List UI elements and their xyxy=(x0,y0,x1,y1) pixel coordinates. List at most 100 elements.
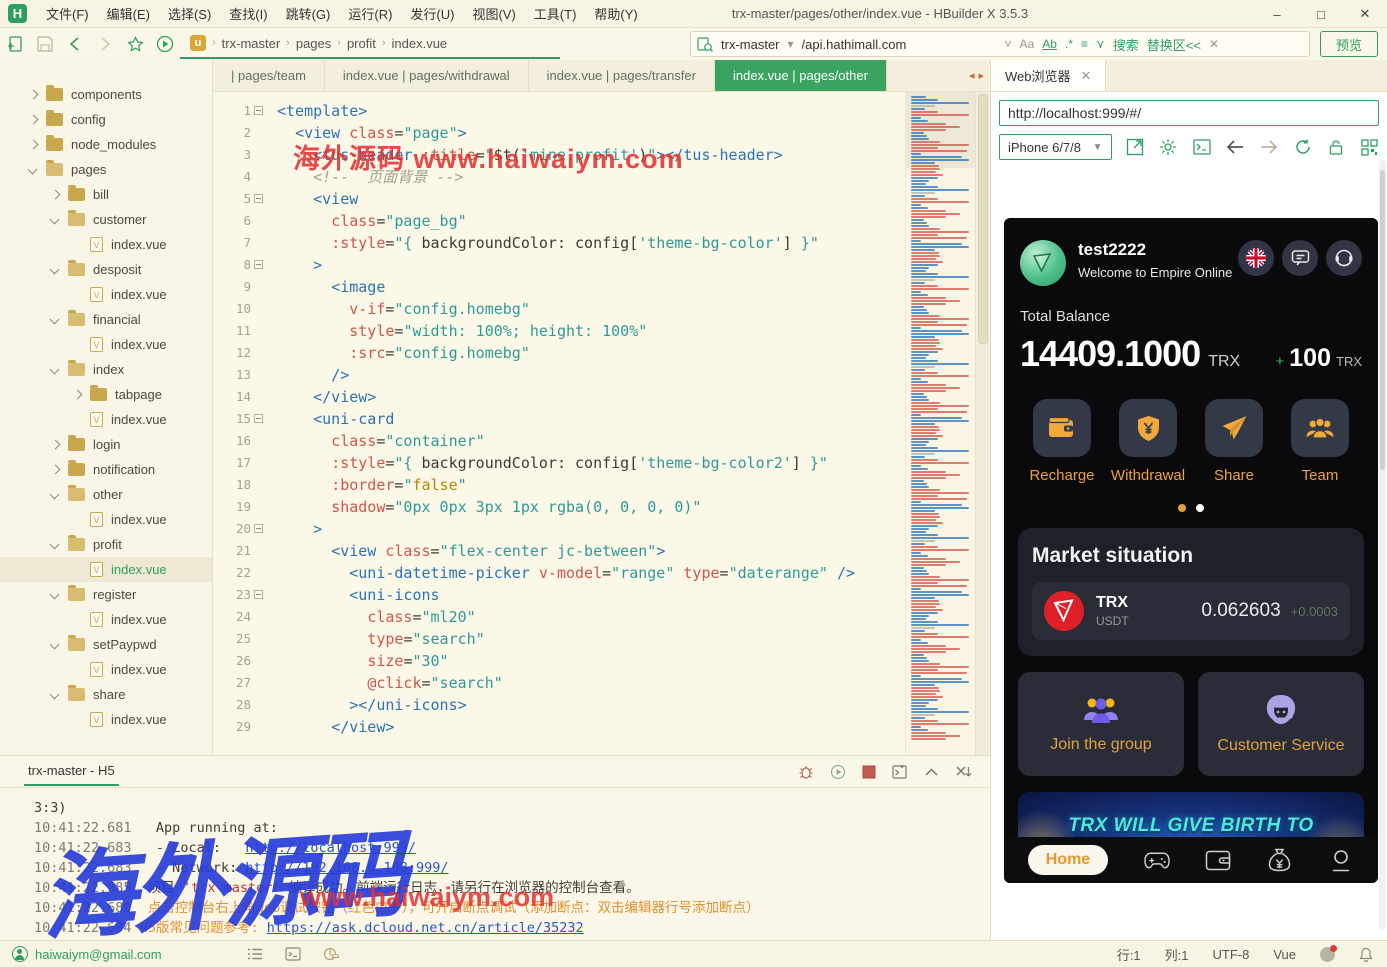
chevron-down-icon[interactable] xyxy=(50,640,60,650)
nav-profile-icon[interactable] xyxy=(1328,847,1354,873)
carousel-dot-active[interactable] xyxy=(1178,504,1186,512)
tree-item-index-vue[interactable]: Vindex.vue xyxy=(0,507,212,532)
open-external-icon[interactable] xyxy=(1126,136,1145,158)
fold-marker-icon[interactable] xyxy=(251,254,267,276)
share-button[interactable]: Share xyxy=(1196,399,1272,484)
message-button[interactable] xyxy=(1282,240,1318,276)
chevron-down-icon[interactable] xyxy=(50,690,60,700)
panel-scrollbar[interactable] xyxy=(1379,160,1386,930)
tree-item-login[interactable]: login xyxy=(0,432,212,457)
breadcrumb-pages[interactable]: pages xyxy=(296,36,331,51)
editor-tab-2[interactable]: index.vue | pages/transfer xyxy=(529,60,715,91)
lock-icon[interactable] xyxy=(1327,136,1346,158)
tree-item-config[interactable]: config xyxy=(0,107,212,132)
tree-item-share[interactable]: share xyxy=(0,682,212,707)
save-icon[interactable] xyxy=(30,32,60,56)
run-icon[interactable] xyxy=(150,32,180,56)
gear-icon[interactable] xyxy=(1159,136,1178,158)
menu-5[interactable]: 运行(R) xyxy=(339,0,401,27)
fold-marker-icon[interactable] xyxy=(251,584,267,606)
nav-home[interactable]: Home xyxy=(1028,845,1108,875)
restart-icon[interactable] xyxy=(830,764,846,780)
tree-item-index-vue[interactable]: Vindex.vue xyxy=(0,707,212,732)
tree-item-financial[interactable]: financial xyxy=(0,307,212,332)
chevron-right-icon[interactable] xyxy=(50,190,60,200)
fold-marker-icon[interactable] xyxy=(251,408,267,430)
clear-console-icon[interactable] xyxy=(955,765,972,779)
search-expand-icon[interactable]: ˅ xyxy=(1005,37,1012,51)
match-word-icon[interactable]: Ab xyxy=(1042,37,1057,51)
console-link[interactable]: https://ask.dcloud.net.cn/article/35232 xyxy=(267,920,584,936)
tree-item-index-vue[interactable]: Vindex.vue xyxy=(0,282,212,307)
chevron-right-icon[interactable] xyxy=(72,390,82,400)
debug-bug-icon[interactable] xyxy=(798,764,814,780)
tab-scroll-left-icon[interactable]: ◂ xyxy=(969,69,975,82)
tree-item-node_modules[interactable]: node_modules xyxy=(0,132,212,157)
menu-6[interactable]: 发行(U) xyxy=(401,0,463,27)
minimize-button[interactable]: – xyxy=(1255,0,1299,28)
tree-item-customer[interactable]: customer xyxy=(0,207,212,232)
tree-item-index-vue[interactable]: Vindex.vue xyxy=(0,607,212,632)
chevron-right-icon[interactable] xyxy=(50,440,60,450)
cursor-col[interactable]: 列:1 xyxy=(1165,945,1189,964)
tree-item-pages[interactable]: pages xyxy=(0,157,212,182)
minimap[interactable] xyxy=(905,92,975,755)
tree-item-register[interactable]: register xyxy=(0,582,212,607)
chevron-down-icon[interactable] xyxy=(50,490,60,500)
nav-game-icon[interactable] xyxy=(1144,847,1170,873)
account-status[interactable]: haiwaiym@gmail.com xyxy=(12,946,162,962)
tree-item-index-vue[interactable]: Vindex.vue xyxy=(0,657,212,682)
withdrawal-button[interactable]: Withdrawal xyxy=(1110,399,1186,484)
update-badge-icon[interactable] xyxy=(1320,947,1335,962)
recharge-button[interactable]: Recharge xyxy=(1024,399,1100,484)
new-file-icon[interactable] xyxy=(0,32,30,56)
editor-tab-1[interactable]: index.vue | pages/withdrawal xyxy=(325,60,529,91)
qr-code-icon[interactable] xyxy=(1360,136,1379,158)
search-input[interactable] xyxy=(802,37,997,52)
account-email[interactable]: haiwaiym@gmail.com xyxy=(35,947,162,962)
cursor-line[interactable]: 行:1 xyxy=(1117,945,1141,964)
tree-item-index[interactable]: index xyxy=(0,357,212,382)
chevron-down-icon[interactable] xyxy=(50,265,60,275)
console-link[interactable]: http://localhost:999/ xyxy=(245,840,416,856)
fold-marker-icon[interactable] xyxy=(251,188,267,210)
nav-wallet-icon[interactable] xyxy=(1205,847,1231,873)
tasks-icon[interactable] xyxy=(247,947,263,961)
menu-7[interactable]: 视图(V) xyxy=(463,0,524,27)
star-icon[interactable] xyxy=(120,32,150,56)
chevron-down-icon[interactable] xyxy=(28,165,38,175)
join-group-card[interactable]: Join the group xyxy=(1018,672,1184,776)
menu-2[interactable]: 选择(S) xyxy=(159,0,220,27)
support-button[interactable] xyxy=(1326,240,1362,276)
editor-scrollbar[interactable] xyxy=(975,92,990,755)
tree-item-index-vue[interactable]: Vindex.vue xyxy=(0,332,212,357)
panel-scrollbar-thumb[interactable] xyxy=(1380,170,1385,470)
filter-icon[interactable]: ⋎ xyxy=(1096,37,1105,51)
editor-tab-3[interactable]: index.vue | pages/other xyxy=(715,60,887,91)
browser-forward-icon[interactable] xyxy=(1259,136,1279,158)
tree-item-desposit[interactable]: desposit xyxy=(0,257,212,282)
tree-item-index-vue[interactable]: Vindex.vue xyxy=(0,232,212,257)
chevron-down-icon[interactable] xyxy=(50,590,60,600)
console-link[interactable]: http://192.168.0.108:999/ xyxy=(245,860,448,876)
customer-service-card[interactable]: Customer Service xyxy=(1198,672,1364,776)
breadcrumb[interactable]: u › trx-master › pages › profit › index.… xyxy=(180,29,560,59)
file-explorer[interactable]: componentsconfignode_modulespagesbillcus… xyxy=(0,60,213,755)
editor-scrollbar-thumb[interactable] xyxy=(978,94,988,344)
browser-url-input[interactable] xyxy=(999,100,1379,126)
match-case-icon[interactable]: Aa xyxy=(1020,37,1035,51)
tree-item-components[interactable]: components xyxy=(0,82,212,107)
refresh-icon[interactable] xyxy=(1293,136,1312,158)
tree-item-index-vue[interactable]: Vindex.vue xyxy=(0,407,212,432)
breadcrumb-file[interactable]: index.vue xyxy=(392,36,448,51)
close-button[interactable]: ✕ xyxy=(1343,0,1387,28)
search-close-icon[interactable]: ✕ xyxy=(1209,37,1219,51)
syntax-mode[interactable]: Vue xyxy=(1273,947,1296,962)
tree-item-bill[interactable]: bill xyxy=(0,182,212,207)
maximize-button[interactable]: □ xyxy=(1299,0,1343,28)
tree-item-setPaypwd[interactable]: setPaypwd xyxy=(0,632,212,657)
browser-tab[interactable]: Web浏览器 ✕ xyxy=(991,60,1106,91)
forward-icon[interactable] xyxy=(90,32,120,56)
menu-8[interactable]: 工具(T) xyxy=(525,0,586,27)
tree-item-profit[interactable]: profit xyxy=(0,532,212,557)
